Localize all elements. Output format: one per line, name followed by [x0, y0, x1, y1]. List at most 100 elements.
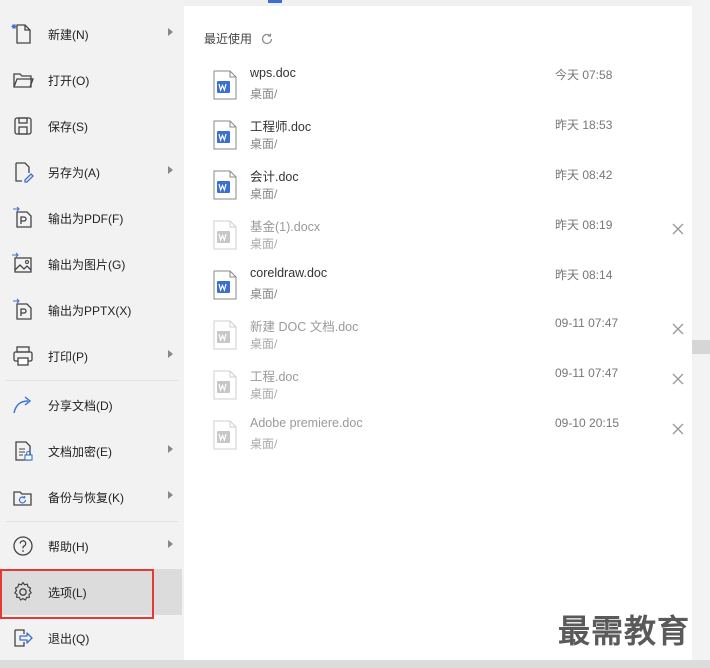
word-doc-icon: [213, 370, 237, 400]
menu-item-encrypt[interactable]: 文档加密(E): [0, 428, 182, 474]
menu-item-label: 另存为(A): [48, 166, 100, 180]
word-doc-icon: [213, 70, 237, 100]
submenu-arrow-icon: [168, 350, 173, 358]
menu-item-label: 输出为图片(G): [48, 258, 126, 272]
menu-item-save[interactable]: 保存(S): [0, 103, 182, 149]
file-time: 09-11 07:47: [555, 366, 619, 380]
menu-item-label: 输出为PPTX(X): [48, 304, 132, 318]
menu-item-label: 文档加密(E): [48, 445, 112, 459]
word-doc-icon: [213, 320, 237, 350]
file-time: 今天 07:58: [555, 68, 613, 82]
file-time: 昨天 08:42: [555, 168, 613, 182]
menu-item-label: 选项(L): [48, 586, 87, 600]
watermark: 最需教育: [558, 612, 691, 650]
close-icon[interactable]: [671, 222, 685, 236]
submenu-arrow-icon: [168, 491, 173, 499]
menu-item-export-pdf[interactable]: 输出为PDF(F): [0, 195, 182, 241]
word-doc-icon: [213, 220, 237, 250]
recent-file-row[interactable]: 新建 DOC 文档.doc 桌面/09-11 07:47: [184, 308, 692, 358]
file-time: 09-11 07:47: [555, 316, 619, 330]
file-name: wps.doc: [250, 66, 296, 80]
menu-item-export-pptx[interactable]: 输出为PPTX(X): [0, 287, 182, 333]
file-path: 桌面/: [250, 287, 278, 301]
word-doc-icon: [213, 270, 237, 300]
menu-item-folder-open[interactable]: 打开(O): [0, 57, 182, 103]
menu-item-exit[interactable]: 退出(Q): [0, 615, 182, 661]
submenu-arrow-icon: [168, 445, 173, 453]
export-pptx-icon: [11, 298, 35, 322]
new-file-icon: [11, 22, 35, 46]
file-time: 昨天 08:19: [555, 218, 613, 232]
file-path: 桌面/: [250, 87, 278, 101]
close-icon[interactable]: [671, 372, 685, 386]
file-time: 昨天 18:53: [555, 118, 613, 132]
file-path: 桌面/: [250, 437, 278, 451]
word-doc-icon: [213, 120, 237, 150]
editor-background: [690, 0, 710, 668]
file-name: 会计.doc: [250, 170, 299, 184]
menu-divider: [6, 380, 178, 381]
file-path: 桌面/: [250, 187, 278, 201]
submenu-arrow-icon: [168, 28, 173, 36]
recent-header: 最近使用: [204, 30, 274, 47]
export-image-icon: [11, 252, 35, 276]
submenu-arrow-icon: [168, 540, 173, 548]
word-doc-icon: [213, 420, 237, 450]
menu-divider: [6, 521, 178, 522]
editor-tab-indicator: [268, 0, 282, 3]
menu-item-label: 输出为PDF(F): [48, 212, 124, 226]
save-icon: [11, 114, 35, 138]
save-as-icon: [11, 160, 35, 184]
menu-item-backup[interactable]: 备份与恢复(K): [0, 474, 182, 520]
recent-files-panel: 最近使用 wps.doc 桌面/今天 07:58 工程师.doc 桌面/昨天 18:5…: [184, 6, 692, 660]
recent-file-row[interactable]: wps.doc 桌面/今天 07:58: [184, 58, 692, 108]
encrypt-icon: [11, 439, 35, 463]
refresh-icon[interactable]: [260, 32, 274, 46]
menu-item-gear[interactable]: 选项(L): [0, 569, 182, 615]
share-icon: [11, 393, 35, 417]
print-icon: [11, 344, 35, 368]
menu-item-help[interactable]: 帮助(H): [0, 523, 182, 569]
file-name: coreldraw.doc: [250, 266, 328, 280]
status-bar: [0, 660, 710, 668]
gear-icon: [11, 580, 35, 604]
file-path: 桌面/: [250, 337, 278, 351]
recent-file-row[interactable]: 会计.doc 桌面/昨天 08:42: [184, 158, 692, 208]
editor-ruler-band: [690, 340, 710, 354]
file-path: 桌面/: [250, 237, 278, 251]
recent-file-row[interactable]: 工程师.doc 桌面/昨天 18:53: [184, 108, 692, 158]
menu-item-new-file[interactable]: 新建(N): [0, 11, 182, 57]
menu-item-label: 分享文档(D): [48, 399, 113, 413]
menu-item-label: 帮助(H): [48, 540, 89, 554]
exit-icon: [11, 626, 35, 650]
menu-item-label: 保存(S): [48, 120, 88, 134]
recent-file-row[interactable]: 工程.doc 桌面/09-11 07:47: [184, 358, 692, 408]
menu-item-save-as[interactable]: 另存为(A): [0, 149, 182, 195]
export-pdf-icon: [11, 206, 35, 230]
file-menu: 新建(N) 打开(O) 保存(S) 另存为(A) 输出为PDF(F) 输出为图片(G) 输出…: [0, 0, 184, 660]
menu-item-label: 退出(Q): [48, 632, 90, 646]
close-icon[interactable]: [671, 422, 685, 436]
help-icon: [11, 534, 35, 558]
file-name: 工程.doc: [250, 370, 299, 384]
backup-icon: [11, 485, 35, 509]
menu-item-label: 备份与恢复(K): [48, 491, 124, 505]
recent-file-row[interactable]: coreldraw.doc 桌面/昨天 08:14: [184, 258, 692, 308]
recent-title: 最近使用: [204, 32, 253, 46]
menu-item-label: 新建(N): [48, 28, 89, 42]
close-icon[interactable]: [671, 322, 685, 336]
file-name: Adobe premiere.doc: [250, 416, 363, 430]
recent-file-row[interactable]: Adobe premiere.doc 桌面/09-10 20:15: [184, 408, 692, 458]
file-time: 09-10 20:15: [555, 416, 620, 430]
menu-item-share[interactable]: 分享文档(D): [0, 382, 182, 428]
file-path: 桌面/: [250, 387, 278, 401]
menu-item-print[interactable]: 打印(P): [0, 333, 182, 379]
menu-item-export-image[interactable]: 输出为图片(G): [0, 241, 182, 287]
submenu-arrow-icon: [168, 166, 173, 174]
file-name: 基金(1).docx: [250, 220, 321, 234]
folder-open-icon: [11, 68, 35, 92]
file-name: 新建 DOC 文档.doc: [250, 320, 359, 334]
recent-file-row[interactable]: 基金(1).docx 桌面/昨天 08:19: [184, 208, 692, 258]
word-doc-icon: [213, 170, 237, 200]
file-path: 桌面/: [250, 137, 278, 151]
